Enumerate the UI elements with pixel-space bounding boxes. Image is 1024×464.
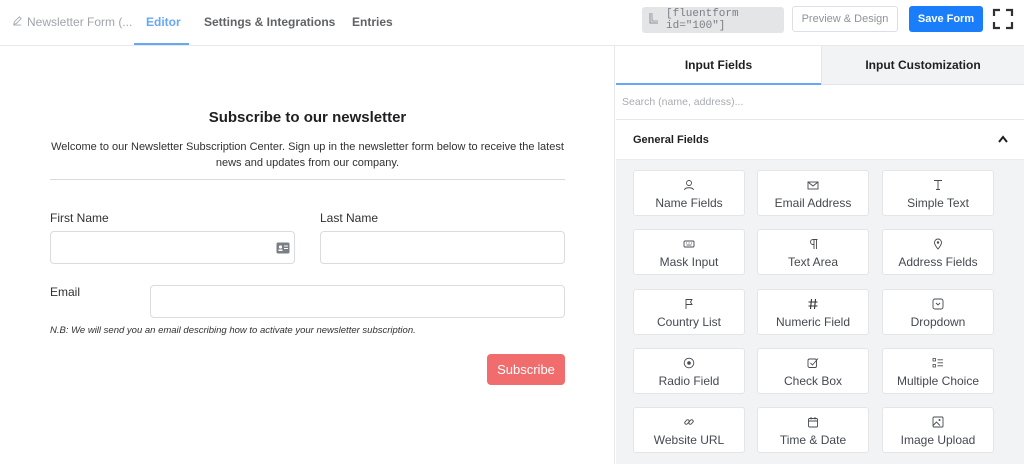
- field-country-list[interactable]: Country List: [633, 289, 745, 335]
- field-label: Email Address: [774, 196, 852, 210]
- fields-panel: Input Fields Input Customization Search …: [616, 46, 1024, 464]
- form-note: N.B: We will send you an email describin…: [50, 325, 416, 336]
- tab-editor[interactable]: Editor: [146, 15, 181, 29]
- flag-icon: [683, 298, 695, 310]
- fields-grid: Name Fields Email Address Simple Text Ma…: [633, 170, 1014, 464]
- fullscreen-icon[interactable]: [992, 8, 1014, 30]
- field-search-input[interactable]: Search (name, address)...: [616, 85, 1024, 120]
- pencil-icon: [12, 15, 23, 29]
- form-canvas: Subscribe to our newsletter Welcome to o…: [0, 46, 615, 464]
- divider: [50, 179, 565, 180]
- field-numeric-field[interactable]: Numeric Field: [757, 289, 869, 335]
- field-label: Multiple Choice: [896, 374, 980, 388]
- field-label: Radio Field: [658, 374, 720, 388]
- tab-input-fields[interactable]: Input Fields: [616, 46, 821, 85]
- field-radio-field[interactable]: Radio Field: [633, 348, 745, 394]
- preview-design-button[interactable]: Preview & Design: [792, 6, 898, 32]
- tab-input-customization[interactable]: Input Customization: [821, 46, 1024, 85]
- general-fields-header[interactable]: General Fields: [616, 120, 1024, 160]
- search-placeholder: Search (name, address)...: [622, 96, 744, 108]
- field-check-box[interactable]: Check Box: [757, 348, 869, 394]
- field-email-address[interactable]: Email Address: [757, 170, 869, 216]
- form-title: Subscribe to our newsletter: [208, 109, 407, 126]
- hash-icon: [807, 298, 819, 310]
- field-label: Address Fields: [898, 255, 978, 269]
- field-name-fields[interactable]: Name Fields: [633, 170, 745, 216]
- field-label: Check Box: [783, 374, 843, 388]
- last-name-label: Last Name: [320, 211, 379, 225]
- subscribe-button[interactable]: Subscribe: [487, 354, 565, 385]
- email-label: Email: [50, 285, 81, 299]
- field-time-date[interactable]: Time & Date: [757, 407, 869, 453]
- keyboard-icon: [683, 238, 695, 250]
- field-label: Name Fields: [655, 196, 723, 210]
- map-pin-icon: [932, 238, 944, 250]
- email-input[interactable]: [150, 285, 565, 318]
- text-cursor-icon: [932, 179, 944, 191]
- envelope-icon: [807, 179, 819, 191]
- breadcrumb[interactable]: Newsletter Form (...: [12, 15, 132, 29]
- dropdown-icon: [932, 298, 944, 310]
- field-address-fields[interactable]: Address Fields: [882, 229, 994, 275]
- field-image-upload[interactable]: Image Upload: [882, 407, 994, 453]
- shortcode-copy[interactable]: [fluentform id="100"]: [642, 7, 784, 33]
- active-tab-indicator: [134, 43, 189, 45]
- field-label: Mask Input: [659, 255, 719, 269]
- group-title: General Fields: [633, 134, 709, 146]
- field-multiple-choice[interactable]: Multiple Choice: [882, 348, 994, 394]
- image-icon: [932, 416, 944, 428]
- field-label: Numeric Field: [775, 315, 850, 329]
- tab-settings-integrations[interactable]: Settings & Integrations: [204, 15, 335, 29]
- field-label: Time & Date: [779, 433, 847, 447]
- field-label: Simple Text: [907, 196, 969, 210]
- calendar-icon: [807, 416, 819, 428]
- user-icon: [683, 179, 695, 191]
- save-form-button[interactable]: Save Form: [909, 6, 983, 32]
- shortcode-text: [fluentform id="100"]: [666, 8, 739, 32]
- chevron-up-icon: [998, 135, 1008, 143]
- field-website-url[interactable]: Website URL: [633, 407, 745, 453]
- first-name-label: First Name: [50, 211, 109, 225]
- field-dropdown[interactable]: Dropdown: [882, 289, 994, 335]
- field-label: Dropdown: [910, 315, 966, 329]
- field-simple-text[interactable]: Simple Text: [882, 170, 994, 216]
- radio-icon: [683, 357, 695, 369]
- last-name-input[interactable]: [320, 231, 565, 264]
- paragraph-icon: [807, 238, 819, 250]
- field-mask-input[interactable]: Mask Input: [633, 229, 745, 275]
- list-icon: [932, 357, 944, 369]
- field-text-area[interactable]: Text Area: [757, 229, 869, 275]
- tab-entries[interactable]: Entries: [352, 15, 393, 29]
- field-label: Country List: [656, 315, 722, 329]
- field-label: Text Area: [787, 255, 839, 269]
- clipboard-icon: [648, 12, 660, 28]
- checkbox-icon: [807, 357, 819, 369]
- top-bar: Newsletter Form (... Editor Settings & I…: [0, 0, 1024, 46]
- form-description: Welcome to our Newsletter Subscription C…: [51, 141, 564, 169]
- link-icon: [683, 416, 695, 428]
- field-label: Website URL: [653, 433, 725, 447]
- form-name: Newsletter Form (...: [27, 15, 133, 29]
- field-label: Image Upload: [900, 433, 976, 447]
- first-name-input[interactable]: [50, 231, 295, 264]
